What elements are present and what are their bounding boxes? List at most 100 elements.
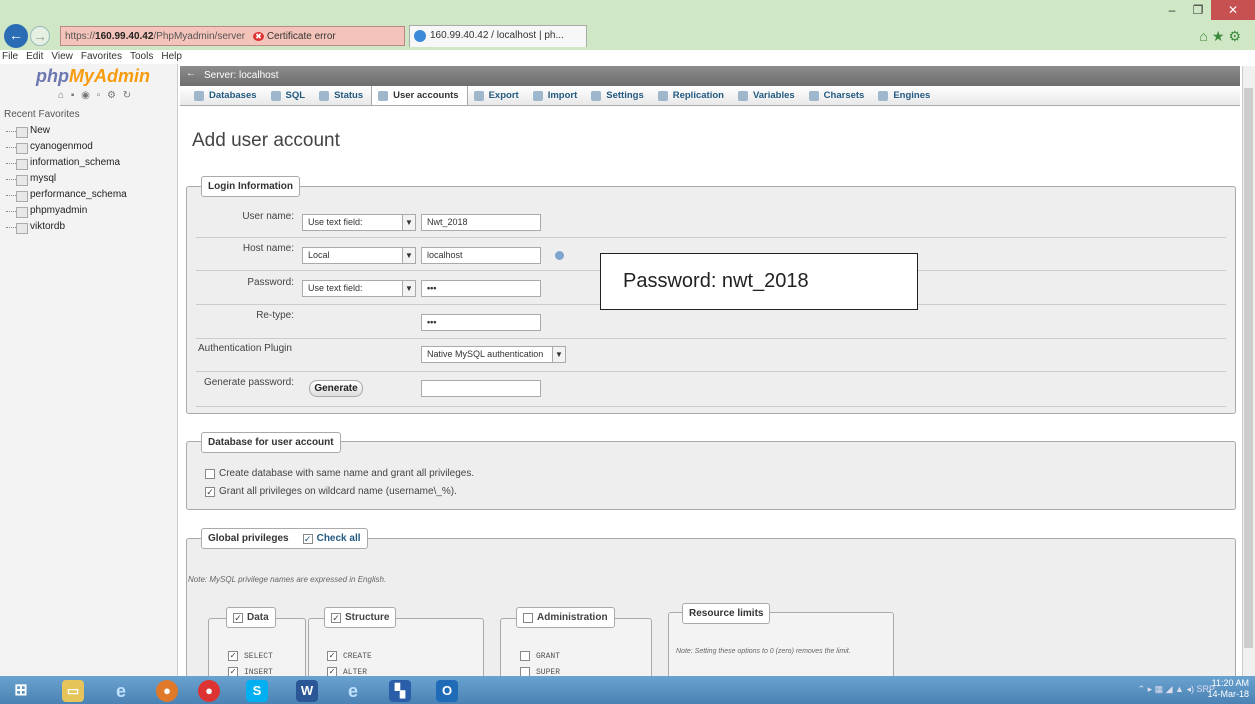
priv-select-checkbox[interactable]: ✓ SELECT: [228, 651, 273, 661]
auth-plugin-select[interactable]: Native MySQL authentication ▼: [421, 346, 566, 363]
sidebar-item-mysql[interactable]: mysql: [5, 173, 56, 186]
tab-export[interactable]: Export: [468, 86, 527, 105]
logo-php: php: [36, 66, 69, 86]
settings-icon: [591, 90, 602, 101]
password-annotation: Password: nwt_2018: [600, 253, 918, 310]
scrollbar-thumb[interactable]: [1244, 88, 1253, 648]
structure-checkbox[interactable]: ✓ Structure: [331, 612, 389, 623]
host-type-select[interactable]: Local ▼: [302, 247, 416, 264]
back-button[interactable]: ←: [4, 24, 28, 48]
chrome-icon[interactable]: ●: [198, 680, 220, 702]
outlook-icon[interactable]: O: [436, 680, 458, 702]
sql-icon: [270, 90, 281, 101]
host-name-input[interactable]: localhost: [421, 247, 541, 264]
charsets-icon: [808, 90, 819, 101]
user-name-type-select[interactable]: Use text field: ▼: [302, 214, 416, 231]
help-icon[interactable]: [555, 251, 564, 260]
resource-limits-legend: Resource limits: [682, 603, 771, 624]
structure-legend: ✓ Structure: [324, 607, 397, 628]
taskbar-clock[interactable]: 11:20 AM 14-Mar-18: [1207, 678, 1249, 700]
privileges-note: Note: MySQL privilege names are expresse…: [188, 575, 387, 584]
generate-password-label: Generate password:: [203, 377, 294, 388]
home-icon: ⌂: [1199, 28, 1212, 44]
check-all-checkbox[interactable]: ✓ Check all: [302, 533, 361, 544]
database-legend: Database for user account: [201, 432, 341, 453]
menu-tools[interactable]: Tools: [130, 50, 153, 64]
browser-toolbar-icons[interactable]: ⌂★⚙: [1199, 28, 1245, 45]
tab-replication[interactable]: Replication: [652, 86, 732, 105]
retype-password-input[interactable]: •••: [421, 314, 541, 331]
chevron-down-icon: ▼: [402, 248, 415, 263]
generate-button[interactable]: Generate: [309, 380, 363, 397]
recent-favorites-tabs[interactable]: Recent Favorites: [4, 109, 80, 120]
app-icon[interactable]: ▚: [389, 680, 411, 702]
users-icon: [378, 90, 389, 101]
server-breadcrumb[interactable]: Server: localhost: [180, 66, 1240, 86]
tab-charsets[interactable]: Charsets: [803, 86, 873, 105]
url-input[interactable]: https://160.99.40.42/PhpMyadmin/server C…: [60, 26, 405, 46]
close-icon[interactable]: ✕: [1211, 0, 1255, 20]
data-checkbox[interactable]: ✓ Data: [233, 612, 269, 623]
data-legend: ✓ Data: [226, 607, 276, 628]
retype-label: Re-type:: [256, 310, 294, 321]
url-host: 160.99.40.42: [95, 30, 154, 42]
priv-create-checkbox[interactable]: ✓ CREATE: [327, 651, 372, 661]
auth-plugin-label: Authentication Plugin: [198, 343, 292, 354]
star-icon: ★: [1211, 28, 1229, 44]
priv-grant-checkbox[interactable]: GRANT: [520, 651, 560, 661]
collapse-icon[interactable]: ←: [186, 68, 196, 79]
status-icon: [319, 90, 330, 101]
tab-import[interactable]: Import: [527, 86, 586, 105]
user-name-label: User name:: [242, 211, 294, 222]
phpmyadmin-logo[interactable]: phpMyAdmin: [36, 66, 150, 87]
password-input[interactable]: •••: [421, 280, 541, 297]
create-db-checkbox[interactable]: Create database with same name and grant…: [205, 468, 474, 479]
grant-wildcard-checkbox[interactable]: ✓ Grant all privileges on wildcard name (…: [205, 486, 457, 497]
sidebar-item-phpmyadmin[interactable]: phpmyadmin: [5, 205, 87, 218]
skype-icon[interactable]: S: [246, 680, 268, 702]
system-tray[interactable]: ⌃ ▸ ▦ ◢ ▲ ◂) SRP: [1138, 684, 1215, 695]
word-icon[interactable]: W: [296, 680, 318, 702]
minimize-icon[interactable]: ‒: [1159, 0, 1185, 20]
tray-icons: ⌃ ▸ ▦ ◢ ▲ ◂): [1137, 684, 1197, 694]
internet-explorer-active-icon[interactable]: e: [342, 680, 364, 702]
maximize-icon[interactable]: ❐: [1185, 0, 1211, 20]
clock-date: 14-Mar-18: [1207, 689, 1249, 699]
sidebar-item-information-schema[interactable]: information_schema: [5, 157, 120, 170]
sidebar-item-cyanogenmod[interactable]: cyanogenmod: [6, 141, 93, 154]
variables-icon: [737, 90, 748, 101]
url-prefix: https://: [65, 30, 96, 42]
file-explorer-icon[interactable]: ▭: [62, 680, 84, 702]
tab-status[interactable]: Status: [313, 86, 371, 105]
certificate-error-label[interactable]: Certificate error: [253, 31, 336, 42]
divider: [196, 406, 1226, 407]
firefox-icon[interactable]: ●: [156, 680, 178, 702]
chevron-down-icon: ▼: [402, 215, 415, 230]
menu-help[interactable]: Help: [161, 50, 182, 64]
sidebar-item-performance-schema[interactable]: performance_schema: [6, 189, 127, 202]
menu-edit[interactable]: Edit: [26, 50, 43, 64]
password-type-select[interactable]: Use text field: ▼: [302, 280, 416, 297]
sidebar-item-viktordb[interactable]: viktordb: [5, 221, 65, 234]
tab-databases[interactable]: Databases: [188, 86, 265, 105]
user-name-input[interactable]: Nwt_2018: [421, 214, 541, 231]
tab-variables[interactable]: Variables: [732, 86, 803, 105]
generated-password-input[interactable]: [421, 380, 541, 397]
divider: [196, 371, 1226, 372]
menu-favorites[interactable]: Favorites: [81, 50, 122, 64]
forward-button[interactable]: →: [30, 26, 50, 46]
sidebar-item-new[interactable]: New: [5, 125, 50, 138]
tab-user-accounts[interactable]: User accounts: [371, 86, 468, 105]
internet-explorer-icon[interactable]: e: [110, 680, 132, 702]
tab-sql[interactable]: SQL: [265, 86, 314, 105]
menu-file[interactable]: File: [2, 50, 18, 64]
clock-time: 11:20 AM: [1211, 678, 1249, 688]
administration-legend: Administration: [516, 607, 615, 628]
tab-engines[interactable]: Engines: [872, 86, 938, 105]
browser-tab[interactable]: 160.99.40.42 / localhost | ph...: [409, 25, 587, 47]
tab-settings[interactable]: Settings: [585, 86, 651, 105]
start-icon[interactable]: ⊞: [10, 680, 32, 702]
administration-checkbox[interactable]: Administration: [523, 612, 608, 623]
nav-quick-icons[interactable]: ⌂ ▪ ◉ ▫ ⚙ ↻: [58, 90, 133, 101]
menu-view[interactable]: View: [51, 50, 73, 64]
